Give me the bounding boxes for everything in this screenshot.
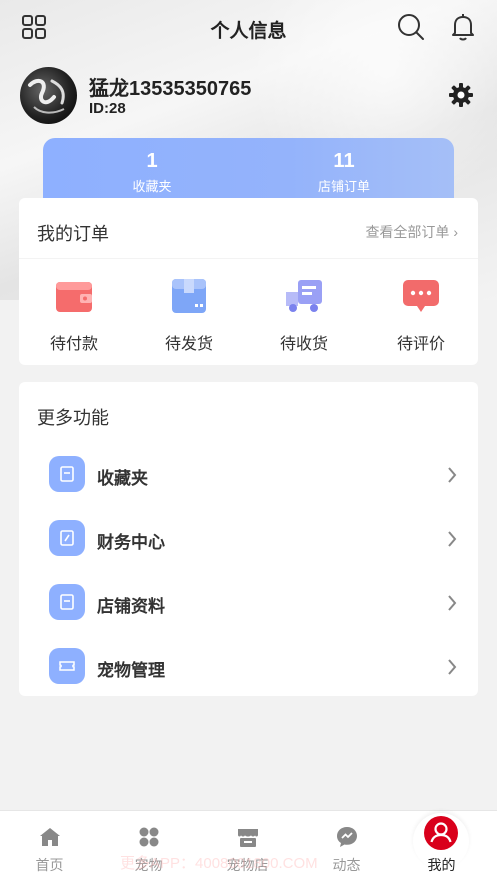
more-functions-card: 更多功能 收藏夹 财务中心 店铺资料 宠物管理	[19, 382, 478, 696]
menu-item-favorites[interactable]: 收藏夹	[49, 454, 464, 494]
menu-item-finance-center[interactable]: 财务中心	[49, 518, 464, 558]
view-all-orders-link[interactable]: 查看全部订单 ›	[365, 222, 458, 242]
tab-home[interactable]: 首页	[0, 811, 99, 883]
bell-icon[interactable]	[448, 12, 478, 42]
menu-item-shop-profile[interactable]: 店铺资料	[49, 582, 464, 622]
menu-item-pet-management-label: 宠物管理	[97, 661, 165, 680]
chat-bubble-icon	[337, 827, 357, 847]
order-pending-shipment-label: 待发货	[164, 336, 213, 353]
order-pending-payment-label: 待付款	[49, 336, 98, 353]
stat-favorites-label: 收藏夹	[132, 179, 172, 194]
order-pending-receipt-label: 待收货	[279, 336, 328, 353]
gear-icon[interactable]	[448, 82, 474, 108]
comment-icon	[403, 280, 439, 312]
stat-shop-orders-label: 店铺订单	[317, 179, 370, 194]
stats-card: 1 收藏夹 11 店铺订单	[43, 138, 454, 200]
user-id: ID:28	[89, 100, 126, 117]
package-icon	[172, 279, 206, 313]
apps-icon	[139, 827, 159, 847]
store-icon	[238, 829, 258, 847]
stat-shop-orders-count: 11	[333, 150, 355, 172]
profile-section: 猛龙13535350765 ID:28	[20, 67, 480, 127]
my-orders-card: 我的订单 查看全部订单 › 待付款 待发货 待收货 待评价	[19, 198, 478, 365]
order-pending-shipment[interactable]: 待发货	[149, 276, 229, 354]
tab-mine[interactable]: 我的	[392, 811, 491, 883]
more-functions-title: 更多功能	[37, 408, 109, 428]
ticket-icon	[49, 648, 85, 684]
menu-item-finance-center-label: 财务中心	[97, 533, 165, 552]
order-pending-review-label: 待评价	[396, 336, 445, 353]
document-icon	[49, 584, 85, 620]
avatar[interactable]	[20, 67, 77, 124]
username: 猛龙13535350765	[89, 78, 252, 100]
finance-icon	[49, 520, 85, 556]
watermark: 更多APP：4008001800.COM	[120, 855, 318, 872]
order-pending-payment[interactable]: 待付款	[34, 276, 114, 354]
wallet-icon	[56, 282, 92, 312]
stat-shop-orders[interactable]: 11 店铺订单	[279, 150, 409, 195]
truck-icon	[286, 280, 322, 312]
menu-item-pet-management[interactable]: 宠物管理	[49, 646, 464, 686]
top-bar: 个人信息	[0, 0, 497, 56]
user-icon	[424, 816, 458, 850]
menu-item-favorites-label: 收藏夹	[97, 469, 148, 488]
divider	[19, 258, 478, 259]
home-icon	[40, 828, 60, 846]
chevron-right-icon	[448, 595, 457, 611]
tab-home-label: 首页	[35, 857, 64, 873]
search-icon[interactable]	[396, 12, 426, 42]
chevron-right-icon	[448, 659, 457, 675]
chevron-right-icon	[448, 531, 457, 547]
stat-favorites[interactable]: 1 收藏夹	[87, 150, 217, 195]
bookmark-icon	[49, 456, 85, 492]
chevron-right-icon	[448, 467, 457, 483]
stat-favorites-count: 1	[146, 150, 158, 172]
orders-title: 我的订单	[37, 224, 109, 244]
order-pending-receipt[interactable]: 待收货	[264, 276, 344, 354]
tab-mine-label: 我的	[427, 857, 456, 873]
order-pending-review[interactable]: 待评价	[381, 276, 461, 354]
menu-item-shop-profile-label: 店铺资料	[97, 597, 165, 616]
